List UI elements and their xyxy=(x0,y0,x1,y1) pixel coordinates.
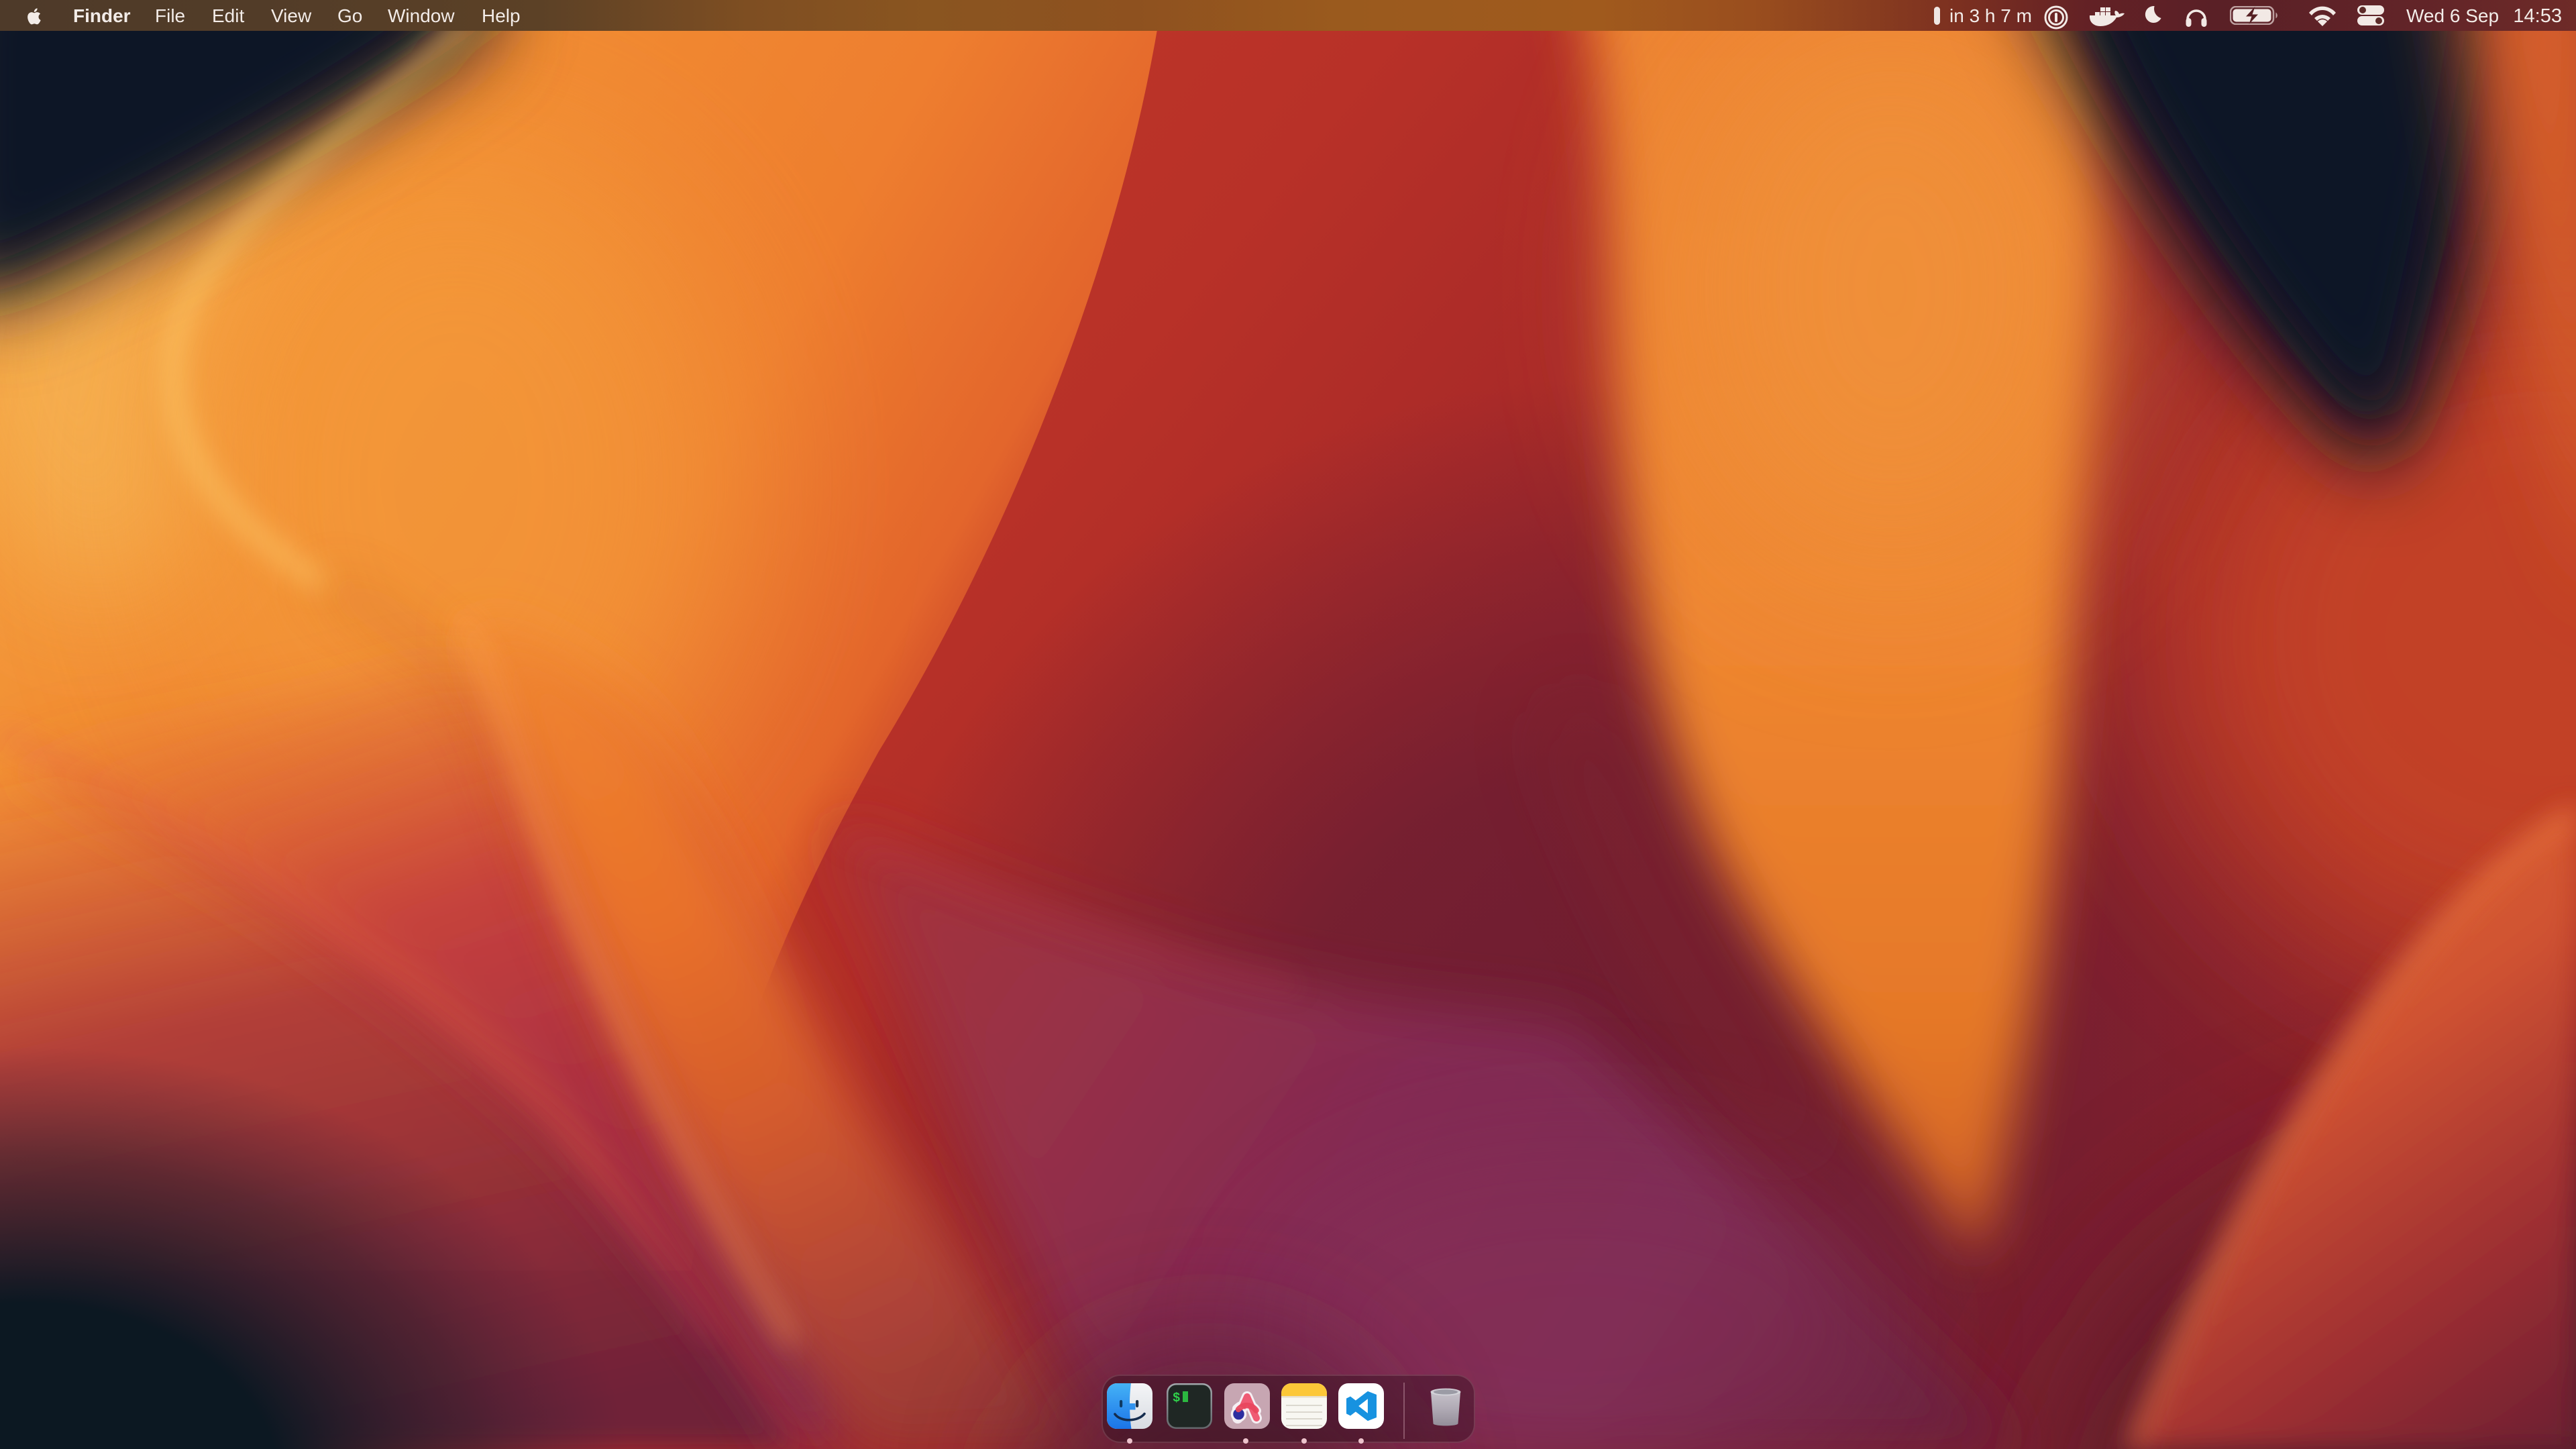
svg-text:$: $ xyxy=(1173,1391,1180,1405)
